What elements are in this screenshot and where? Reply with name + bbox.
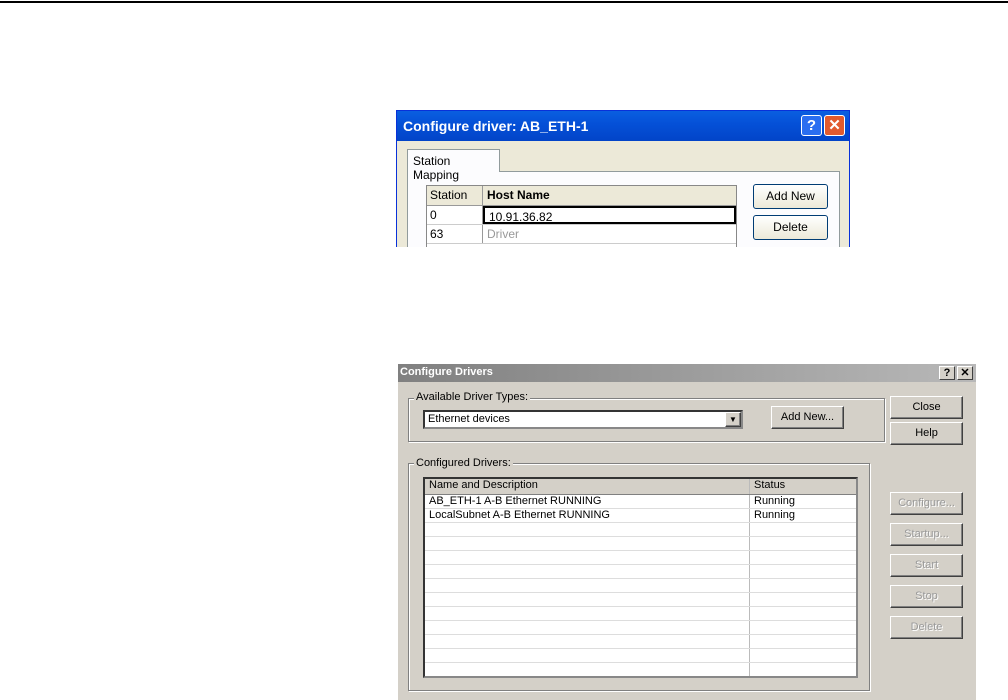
station-cell: 0 bbox=[427, 206, 483, 224]
table-row[interactable]: 0 10.91.36.82 bbox=[427, 206, 736, 225]
empty-row bbox=[425, 621, 856, 635]
dialog-title: Configure Drivers bbox=[400, 366, 493, 378]
add-new-button[interactable]: Add New... bbox=[771, 406, 844, 429]
help-icon[interactable]: ? bbox=[939, 366, 955, 380]
empty-row bbox=[425, 537, 856, 551]
drivers-list[interactable]: Name and Description Status AB_ETH-1 A-B… bbox=[423, 477, 858, 678]
empty-row bbox=[425, 663, 856, 676]
list-item[interactable]: AB_ETH-1 A-B Ethernet RUNNING Running bbox=[425, 495, 856, 509]
dialog-title: Configure driver: AB_ETH-1 bbox=[403, 118, 589, 134]
empty-row bbox=[425, 579, 856, 593]
driver-status: Running bbox=[754, 509, 795, 521]
add-new-button[interactable]: Add New bbox=[753, 184, 828, 209]
help-button[interactable]: Help bbox=[890, 422, 963, 445]
driver-type-select[interactable]: Ethernet devices ▼ bbox=[423, 410, 743, 429]
tab-panel: Station Host Name 0 10.91.36.82 63 Drive… bbox=[407, 171, 840, 247]
available-driver-types-label: Available Driver Types: bbox=[414, 391, 531, 403]
host-name-input[interactable]: 10.91.36.82 bbox=[483, 206, 736, 224]
grid-header: Station Host Name bbox=[427, 186, 736, 206]
column-station: Station bbox=[427, 186, 483, 205]
help-icon[interactable]: ? bbox=[801, 115, 822, 136]
stop-button[interactable]: Stop bbox=[890, 585, 963, 608]
close-icon[interactable]: ✕ bbox=[824, 115, 845, 136]
chevron-down-icon[interactable]: ▼ bbox=[725, 412, 741, 427]
empty-row bbox=[425, 649, 856, 663]
empty-row bbox=[425, 523, 856, 537]
empty-row bbox=[425, 635, 856, 649]
driver-type-value: Ethernet devices bbox=[428, 413, 510, 425]
configure-drivers-dialog: Configure Drivers ? ✕ Available Driver T… bbox=[398, 364, 976, 700]
list-header: Name and Description Status bbox=[425, 479, 856, 495]
empty-row bbox=[425, 551, 856, 565]
configure-button[interactable]: Configure... bbox=[890, 492, 963, 515]
column-host-name: Host Name bbox=[487, 188, 550, 202]
driver-status: Running bbox=[754, 495, 795, 507]
configure-driver-dialog: Configure driver: AB_ETH-1 ? ✕ Station H… bbox=[396, 110, 850, 247]
driver-name: AB_ETH-1 A-B Ethernet RUNNING bbox=[425, 495, 750, 508]
configured-drivers-label: Configured Drivers: bbox=[414, 457, 513, 469]
driver-name: LocalSubnet A-B Ethernet RUNNING bbox=[425, 509, 750, 522]
close-button[interactable]: Close bbox=[890, 396, 963, 419]
start-button[interactable]: Start bbox=[890, 554, 963, 577]
startup-button[interactable]: Startup... bbox=[890, 523, 963, 546]
delete-button[interactable]: Delete bbox=[890, 616, 963, 639]
delete-button[interactable]: Delete bbox=[753, 215, 828, 240]
tab-station-mapping[interactable]: Station Mapping bbox=[407, 149, 500, 182]
list-item[interactable]: LocalSubnet A-B Ethernet RUNNING Running bbox=[425, 509, 856, 523]
station-grid: Station Host Name 0 10.91.36.82 63 Drive… bbox=[426, 185, 737, 247]
station-cell: 63 bbox=[427, 225, 483, 243]
close-icon[interactable]: ✕ bbox=[957, 366, 973, 380]
empty-row bbox=[425, 565, 856, 579]
empty-row bbox=[425, 593, 856, 607]
empty-row bbox=[425, 607, 856, 621]
empty-row bbox=[425, 677, 856, 678]
host-name-cell[interactable]: Driver bbox=[483, 225, 736, 243]
table-row[interactable]: 63 Driver bbox=[427, 225, 736, 244]
top-rule bbox=[0, 1, 1008, 3]
column-name[interactable]: Name and Description bbox=[425, 479, 750, 494]
column-status[interactable]: Status bbox=[750, 479, 856, 494]
